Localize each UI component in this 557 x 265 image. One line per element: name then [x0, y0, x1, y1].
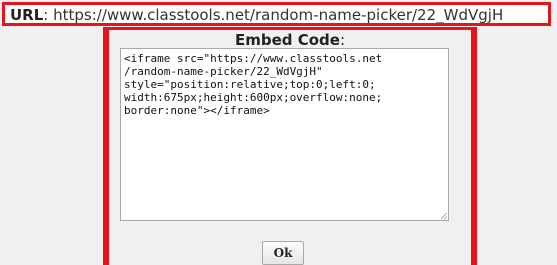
url-value[interactable]: https://www.classtools.net/random-name-p…: [53, 6, 503, 24]
embed-panel: Embed Code: <iframe src="https://www.cla…: [103, 27, 477, 265]
embed-code-title-colon: :: [339, 31, 346, 49]
url-separator: :: [43, 6, 54, 24]
embed-code-heading: Embed Code:: [109, 31, 471, 49]
embed-code-title: Embed Code: [234, 31, 340, 49]
embed-code-textarea[interactable]: <iframe src="https://www.classtools.net …: [120, 48, 449, 221]
embed-dialog: URL: https://www.classtools.net/random-n…: [0, 0, 557, 265]
ok-button[interactable]: Ok: [262, 241, 304, 265]
url-display: URL: https://www.classtools.net/random-n…: [2, 2, 551, 26]
url-label: URL: [10, 6, 44, 24]
url-line: URL: https://www.classtools.net/random-n…: [10, 7, 503, 24]
